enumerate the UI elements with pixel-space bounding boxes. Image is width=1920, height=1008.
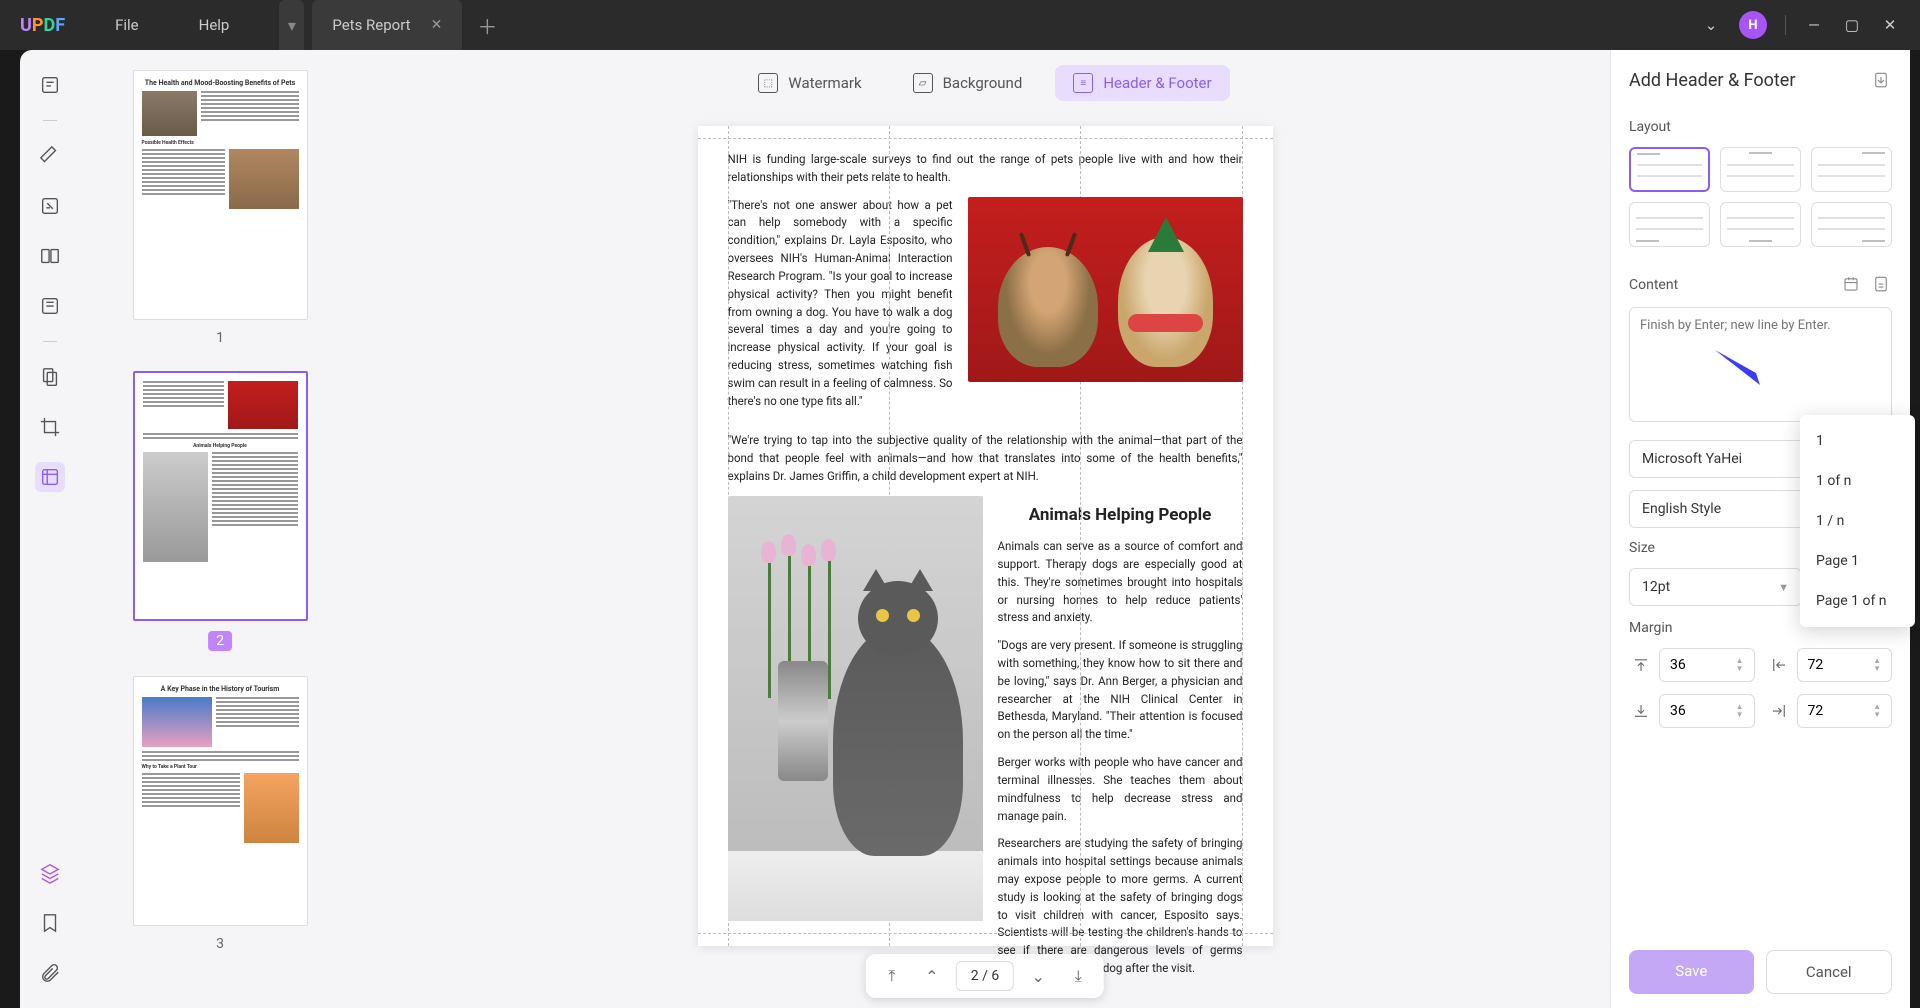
bookmark-icon[interactable] — [35, 908, 65, 938]
close-window-icon[interactable]: ✕ — [1880, 16, 1900, 34]
document-tab[interactable]: Pets Report ✕ — [312, 0, 462, 50]
doc-paragraph: NIH is funding large-scale surveys to fi… — [728, 151, 1243, 187]
attachment-icon[interactable] — [35, 958, 65, 988]
apply-template-icon[interactable] — [1872, 71, 1892, 91]
doc-image-dogs — [968, 197, 1243, 382]
page-number-format-menu: 1 1 of n 1 / n Page 1 Page 1 of n — [1800, 415, 1915, 627]
layout-header-center[interactable] — [1720, 147, 1801, 192]
doc-paragraph: Animals can serve as a source of comfort… — [998, 538, 1243, 627]
edit-tool[interactable] — [35, 191, 65, 221]
thumb-page-number: 1 — [120, 330, 320, 346]
menu-file[interactable]: File — [85, 16, 169, 34]
main-area: The Health and Mood-Boosting Benefits of… — [20, 50, 1910, 1008]
pn-option-page-1-of-n[interactable]: Page 1 of n — [1800, 581, 1915, 621]
margin-right-icon — [1767, 699, 1791, 723]
panel-title: Add Header & Footer — [1629, 70, 1795, 91]
menu-help[interactable]: Help — [169, 16, 260, 34]
pn-option-page-1[interactable]: Page 1 — [1800, 541, 1915, 581]
first-page-button[interactable]: ⤒ — [876, 960, 908, 992]
tab-background[interactable]: ▱Background — [895, 65, 1041, 101]
thumb-page-number: 3 — [120, 936, 320, 952]
form-tool[interactable] — [35, 291, 65, 321]
new-tab-button[interactable]: ＋ — [477, 11, 497, 40]
doc-paragraph: Berger works with people who have cancer… — [998, 754, 1243, 825]
margin-left-input[interactable]: 72▲▼ — [1797, 648, 1893, 682]
layout-header-left[interactable] — [1629, 147, 1710, 192]
layout-label: Layout — [1629, 119, 1892, 135]
prev-page-button[interactable]: ⌃ — [916, 960, 948, 992]
tab-title: Pets Report — [332, 16, 410, 34]
doc-image-cat — [728, 496, 983, 921]
document-page[interactable]: NIH is funding large-scale surveys to fi… — [698, 126, 1273, 946]
watermark-icon: ⬚ — [758, 73, 778, 93]
chevron-down-icon[interactable]: ⌄ — [1701, 16, 1721, 34]
pn-option-1-slash-n[interactable]: 1 / n — [1800, 501, 1915, 541]
layout-footer-center[interactable] — [1720, 202, 1801, 247]
page-indicator[interactable]: 2 / 6 — [956, 961, 1014, 991]
margin-right-input[interactable]: 72▲▼ — [1797, 694, 1893, 728]
page-tools[interactable] — [35, 462, 65, 492]
tab-handle[interactable]: ▾ — [279, 0, 304, 50]
cancel-button[interactable]: Cancel — [1766, 950, 1893, 994]
thumb-title: A Key Phase in the History of Tourism — [142, 685, 299, 693]
font-size-select[interactable]: 12pt▼ — [1629, 568, 1802, 606]
ocr-tool[interactable] — [35, 362, 65, 392]
save-button[interactable]: Save — [1629, 950, 1754, 994]
insert-date-icon[interactable] — [1842, 275, 1862, 295]
organize-tool[interactable] — [35, 241, 65, 271]
insert-page-number-icon[interactable] — [1872, 275, 1892, 295]
close-icon[interactable]: ✕ — [431, 17, 443, 33]
thumbnail-3[interactable]: A Key Phase in the History of Tourism Wh… — [120, 676, 320, 952]
margin-bottom-input[interactable]: 36▲▼ — [1659, 694, 1755, 728]
pn-option-1-of-n[interactable]: 1 of n — [1800, 461, 1915, 501]
margin-top-icon — [1629, 653, 1653, 677]
content-label: Content — [1629, 277, 1678, 293]
layout-header-right[interactable] — [1811, 147, 1892, 192]
document-area: ⬚Watermark ▱Background ≡Header & Footer … — [360, 50, 1610, 1008]
next-page-button[interactable]: ⌄ — [1022, 960, 1054, 992]
last-page-button[interactable]: ⤓ — [1062, 960, 1094, 992]
app-logo: UPDF — [0, 15, 85, 36]
tab-watermark[interactable]: ⬚Watermark — [740, 65, 879, 101]
header-footer-icon: ≡ — [1073, 73, 1093, 93]
header-footer-panel: Add Header & Footer Layout Content Micro… — [1610, 50, 1910, 1008]
thumbnail-2[interactable]: Animals Helping People 2 — [120, 371, 320, 651]
content-textarea[interactable] — [1629, 307, 1892, 422]
doc-paragraph: "Dogs are very present. If someone is st… — [998, 637, 1243, 744]
tab-header-footer[interactable]: ≡Header & Footer — [1055, 65, 1229, 101]
avatar[interactable]: H — [1739, 11, 1767, 39]
page-navigator: ⤒ ⌃ 2 / 6 ⌄ ⤓ — [866, 954, 1104, 998]
minimize-icon[interactable]: — — [1804, 16, 1824, 34]
thumb-title: The Health and Mood-Boosting Benefits of… — [142, 79, 299, 87]
crop-tool[interactable] — [35, 412, 65, 442]
reader-tool[interactable] — [35, 70, 65, 100]
doc-paragraph: "There's not one answer about how a pet … — [728, 197, 953, 411]
page-tool-tabs: ⬚Watermark ▱Background ≡Header & Footer — [740, 65, 1229, 101]
thumbnail-panel[interactable]: The Health and Mood-Boosting Benefits of… — [80, 50, 360, 1008]
layers-icon[interactable] — [35, 858, 65, 888]
margin-bottom-icon — [1629, 699, 1653, 723]
background-icon: ▱ — [913, 73, 933, 93]
highlight-tool[interactable] — [35, 141, 65, 171]
thumbnail-1[interactable]: The Health and Mood-Boosting Benefits of… — [120, 70, 320, 346]
left-toolbar — [20, 50, 80, 1008]
margin-left-icon — [1767, 653, 1791, 677]
pn-option-1[interactable]: 1 — [1800, 421, 1915, 461]
thumb-page-number: 2 — [208, 631, 232, 651]
layout-footer-right[interactable] — [1811, 202, 1892, 247]
chevron-down-icon: ▼ — [1778, 581, 1789, 594]
doc-heading: Animals Helping People — [998, 502, 1243, 528]
titlebar: UPDF File Help ▾ Pets Report ✕ ＋ ⌄ H — ▢… — [0, 0, 1920, 50]
maximize-icon[interactable]: ▢ — [1842, 16, 1862, 34]
layout-grid — [1629, 147, 1892, 247]
doc-paragraph: "We're trying to tap into the subjective… — [728, 432, 1243, 485]
margin-top-input[interactable]: 36▲▼ — [1659, 648, 1755, 682]
layout-footer-left[interactable] — [1629, 202, 1710, 247]
